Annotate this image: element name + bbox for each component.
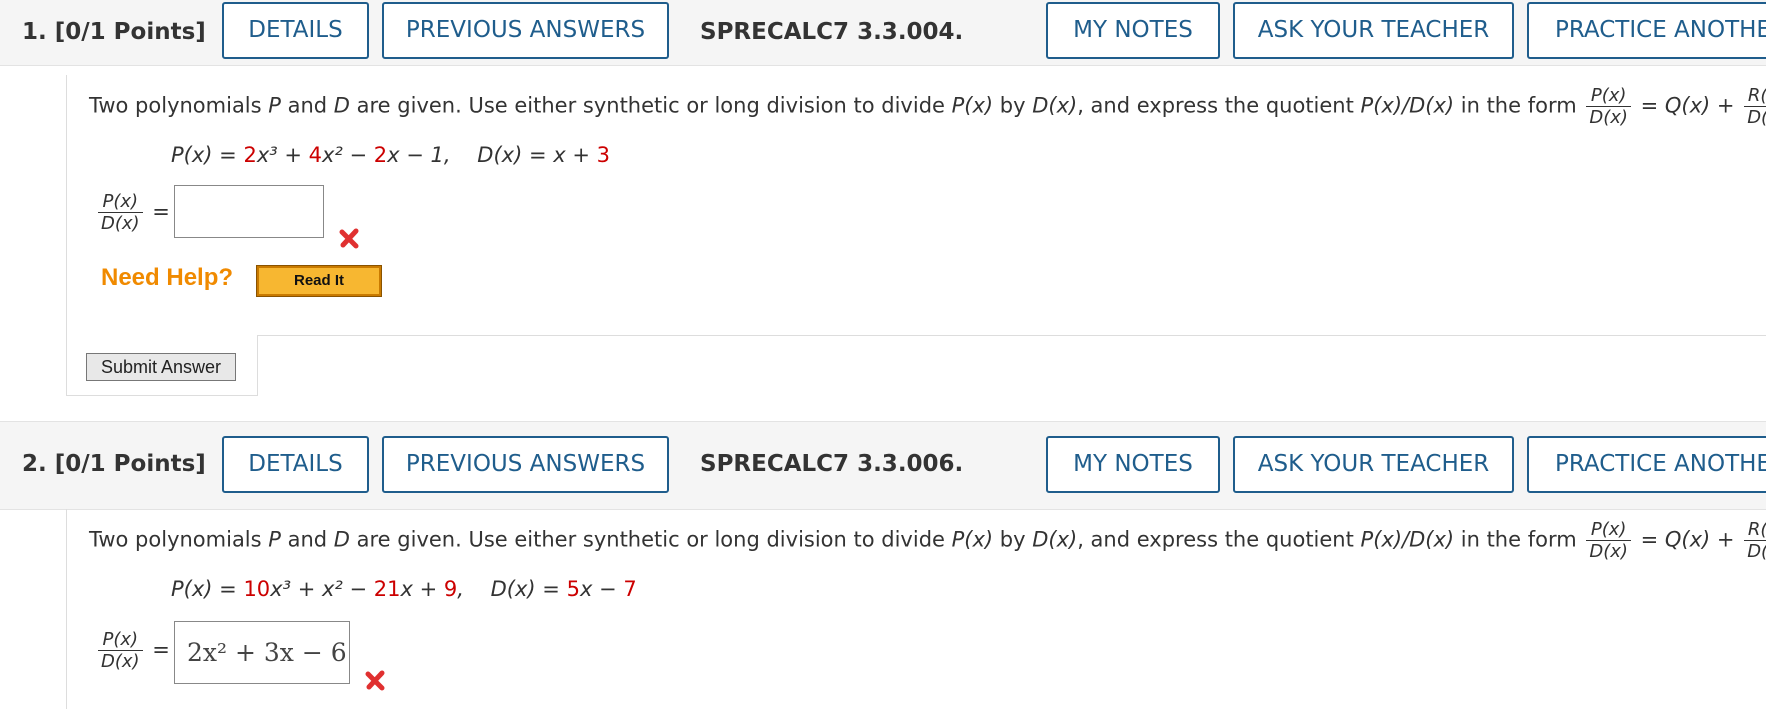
lhs-fraction: P(x) D(x) (98, 191, 143, 234)
prompt-var: P(x)/D(x) (1360, 527, 1455, 552)
my-notes-button[interactable]: MY NOTES (1046, 2, 1220, 59)
form-fraction-r-over-d: R(x)D(x) (1744, 519, 1766, 562)
my-notes-button[interactable]: MY NOTES (1046, 436, 1220, 493)
prompt-var: D (333, 93, 350, 118)
previous-answers-button[interactable]: PREVIOUS ANSWERS (382, 436, 669, 493)
question-number-points: 2. [0/1 Points] (22, 451, 206, 477)
prompt-var: P (268, 93, 281, 118)
question-2-header: 2. [0/1 Points] DETAILS PREVIOUS ANSWERS… (0, 421, 1766, 510)
eq-text: x − (579, 577, 624, 601)
lhs-fraction: P(x) D(x) (98, 629, 143, 672)
fraction-numerator: P(x) (98, 629, 143, 651)
prompt-q-term: = Q(x) + (1640, 93, 1735, 118)
eq-coefficient: 5 (566, 577, 580, 601)
details-button[interactable]: DETAILS (222, 436, 369, 493)
question-1-header: 1. [0/1 Points] DETAILS PREVIOUS ANSWERS… (0, 0, 1766, 66)
submit-answer-button[interactable]: Submit Answer (86, 353, 236, 381)
eq-text: x − 1, (387, 143, 451, 167)
eq-coefficient: 7 (623, 577, 637, 601)
fraction-denominator: D(x) (1747, 107, 1766, 128)
eq-coefficient: 4 (308, 143, 322, 167)
fraction-numerator: R(x) (1744, 519, 1766, 541)
divider (257, 335, 1766, 336)
prompt-text: are given. Use either synthetic or long … (349, 527, 952, 552)
fraction-denominator: D(x) (101, 651, 140, 672)
answer-lhs: P(x) D(x) = (95, 191, 170, 234)
eq-coefficient: 10 (243, 577, 271, 601)
answer-input[interactable]: 2x² + 3x − 6 (174, 621, 350, 684)
equals-sign: = (152, 637, 170, 662)
eq-text: x² − (321, 143, 374, 167)
fraction-denominator: D(x) (101, 213, 140, 234)
previous-answers-button[interactable]: PREVIOUS ANSWERS (382, 2, 669, 59)
answer-input[interactable] (174, 185, 324, 238)
ask-your-teacher-button[interactable]: ASK YOUR TEACHER (1233, 2, 1514, 59)
details-button[interactable]: DETAILS (222, 2, 369, 59)
prompt-text: Two polynomials (89, 527, 269, 552)
ask-your-teacher-button[interactable]: ASK YOUR TEACHER (1233, 436, 1514, 493)
eq-coefficient: 2 (243, 143, 257, 167)
eq-coefficient: 9 (443, 577, 458, 601)
form-fraction-p-over-d: P(x) D(x) (1586, 85, 1631, 128)
polynomials-given: P(x) = 2x³ + 4x² − 2x − 1, D(x) = x + 3 (171, 143, 610, 167)
question-prompt: Two polynomials P and D are given. Use e… (89, 85, 1766, 128)
prompt-var: D (333, 527, 350, 552)
prompt-q-term: = Q(x) + (1640, 527, 1735, 552)
problem-id: SPRECALC7 3.3.006. (700, 451, 964, 477)
fraction-denominator: D(x) (1747, 541, 1766, 562)
eq-text: D(x) = x + (477, 143, 597, 167)
eq-text: P(x) = (171, 577, 244, 601)
prompt-var: P (268, 527, 281, 552)
fraction-denominator: D(x) (1589, 541, 1628, 562)
eq-text: , (457, 577, 464, 601)
divider-vertical (257, 335, 258, 395)
prompt-text: and (280, 527, 334, 552)
divider (66, 395, 258, 396)
fraction-denominator: D(x) (1589, 107, 1628, 128)
eq-text: x³ + (256, 143, 309, 167)
prompt-text: by (993, 527, 1033, 552)
prompt-var: P(x)/D(x) (1360, 93, 1455, 118)
prompt-text: in the form (1454, 93, 1584, 118)
prompt-var: P(x) (951, 93, 994, 118)
need-help-label: Need Help? (101, 264, 234, 291)
answer-lhs: P(x) D(x) = (95, 629, 170, 672)
problem-id: SPRECALC7 3.3.004. (700, 19, 964, 45)
equals-sign: = (152, 199, 170, 224)
practice-another-button[interactable]: PRACTICE ANOTHER (1527, 436, 1766, 493)
form-fraction-p-over-d: P(x) D(x) (1586, 519, 1631, 562)
prompt-text: are given. Use either synthetic or long … (349, 93, 952, 118)
prompt-var: P(x) (951, 527, 994, 552)
eq-text: x + (400, 577, 444, 601)
eq-coefficient: 21 (373, 577, 401, 601)
prompt-text: in the form (1454, 527, 1584, 552)
incorrect-x-icon (365, 670, 385, 691)
eq-text: D(x) = (490, 577, 567, 601)
eq-coefficient: 2 (373, 143, 388, 167)
incorrect-x-icon (339, 228, 359, 249)
eq-text: P(x) = (171, 143, 244, 167)
prompt-text: , and express the quotient (1077, 527, 1361, 552)
read-it-button[interactable]: Read It (256, 265, 382, 297)
practice-another-button[interactable]: PRACTICE ANOTHER (1527, 2, 1766, 59)
prompt-text: by (993, 93, 1033, 118)
polynomials-given: P(x) = 10x³ + x² − 21x + 9, D(x) = 5x − … (171, 577, 637, 601)
fraction-numerator: R(x) (1744, 85, 1766, 107)
prompt-text: and (280, 93, 334, 118)
question-number-points: 1. [0/1 Points] (22, 19, 206, 45)
question-2-body: Two polynomials P and D are given. Use e… (66, 509, 1766, 709)
fraction-numerator: P(x) (1586, 519, 1631, 541)
prompt-var: D(x) (1032, 527, 1078, 552)
form-fraction-r-over-d: R(x)D(x) (1744, 85, 1766, 128)
prompt-text: Two polynomials (89, 93, 269, 118)
eq-coefficient: 3 (596, 143, 610, 167)
prompt-text: , and express the quotient (1077, 93, 1361, 118)
question-1-body: Two polynomials P and D are given. Use e… (66, 75, 1766, 396)
fraction-numerator: P(x) (98, 191, 143, 213)
question-prompt: Two polynomials P and D are given. Use e… (89, 519, 1766, 562)
eq-text: x³ + x² − (270, 577, 374, 601)
prompt-var: D(x) (1032, 93, 1078, 118)
fraction-numerator: P(x) (1586, 85, 1631, 107)
